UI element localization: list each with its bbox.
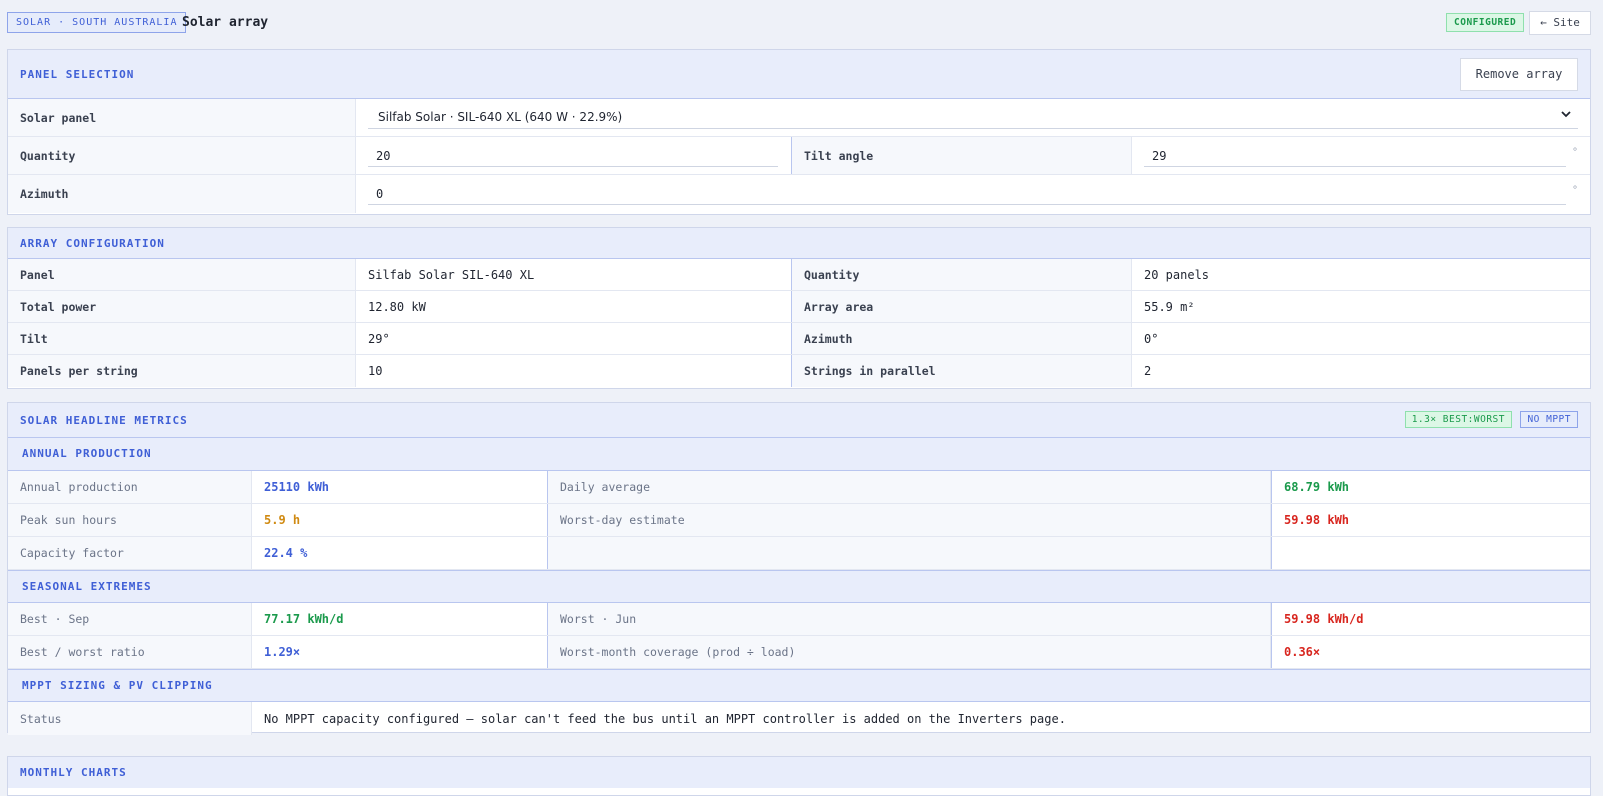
metric-label: Status	[8, 702, 252, 735]
config-value: 20 panels	[1144, 267, 1210, 282]
page-title: Solar array	[182, 15, 269, 30]
array-configuration-header: ARRAY CONFIGURATION	[8, 228, 1590, 259]
status-badge: CONFIGURED	[1446, 13, 1525, 32]
config-label: Quantity	[791, 259, 1132, 290]
quantity-tilt-row: Quantity 20 Tilt angle 29 °	[8, 137, 1590, 175]
metric-label: Daily average	[547, 471, 1271, 503]
section-title: ARRAY CONFIGURATION	[20, 237, 165, 250]
best-worst-badge: 1.3× BEST:WORST	[1404, 411, 1512, 428]
config-row: Total power 12.80 kW Array area 55.9 m²	[8, 291, 1590, 323]
config-value: 2	[1144, 364, 1152, 378]
solar-panel-select[interactable]: Silfab Solar · SIL-640 XL (640 W · 22.9%…	[368, 105, 1578, 129]
quantity-cell: 20	[356, 137, 791, 174]
no-mppt-badge: NO MPPT	[1520, 411, 1578, 428]
empty-cell	[547, 537, 1271, 569]
degree-unit: °	[1571, 185, 1578, 196]
mppt-status-text: No MPPT capacity configured — solar can'…	[264, 711, 1066, 726]
azimuth-input[interactable]: 0	[368, 183, 1566, 205]
mppt-sizing-subheader: MPPT SIZING & PV CLIPPING	[8, 669, 1590, 702]
section-title: MONTHLY CHARTS	[20, 766, 127, 779]
solar-headline-metrics-section: SOLAR HEADLINE METRICS 1.3× BEST:WORST N…	[7, 402, 1591, 735]
top-bar: SOLAR · SOUTH AUSTRALIA Solar array CONF…	[0, 0, 1603, 46]
metric-value: 22.4 %	[264, 546, 308, 560]
metric-label: Capacity factor	[8, 537, 252, 569]
azimuth-row: Azimuth 0 °	[8, 175, 1590, 213]
config-label: Tilt	[8, 323, 356, 354]
annual-production-subheader: ANNUAL PRODUCTION	[8, 438, 1590, 471]
selected-value: Silfab Solar · SIL-640 XL (640 W · 22.9%…	[378, 109, 623, 124]
empty-cell	[1271, 537, 1590, 569]
metric-label: Best / worst ratio	[8, 636, 252, 668]
section-title: SOLAR HEADLINE METRICS	[20, 414, 188, 427]
metric-value: 1.29×	[264, 645, 301, 659]
config-value: 0°	[1144, 331, 1159, 346]
remove-array-button[interactable]: Remove array	[1460, 58, 1578, 91]
back-to-site-button[interactable]: ← Site	[1529, 11, 1591, 35]
metric-row: Annual production 25110 kWh Daily averag…	[8, 471, 1590, 504]
metric-row: Best / worst ratio 1.29× Worst-month cov…	[8, 636, 1590, 669]
metrics-header: SOLAR HEADLINE METRICS 1.3× BEST:WORST N…	[8, 403, 1590, 438]
quantity-input[interactable]: 20	[368, 145, 778, 167]
metric-row: Status No MPPT capacity configured — sol…	[8, 702, 1590, 735]
field-label: Tilt angle	[791, 137, 1132, 174]
config-label: Strings in parallel	[791, 355, 1132, 387]
field-label: Quantity	[8, 137, 356, 174]
solar-panel-select-cell: Silfab Solar · SIL-640 XL (640 W · 22.9%…	[356, 99, 1590, 136]
monthly-charts-section: MONTHLY CHARTS	[7, 756, 1591, 796]
config-label: Panels per string	[8, 355, 356, 387]
metric-value: 59.98 kWh/d	[1271, 603, 1590, 635]
solar-panel-row: Solar panel Silfab Solar · SIL-640 XL (6…	[8, 99, 1590, 137]
metric-row: Best · Sep 77.17 kWh/d Worst · Jun 59.98…	[8, 603, 1590, 636]
metric-value: 59.98 kWh	[1271, 504, 1590, 536]
metric-value: 77.17 kWh/d	[264, 612, 344, 626]
config-row: Panel Silfab Solar SIL-640 XL Quantity 20 p…	[8, 259, 1590, 291]
metric-row: Peak sun hours 5.9 h Worst-day estimate …	[8, 504, 1590, 537]
config-value: Silfab Solar SIL-640 XL	[368, 267, 535, 282]
array-configuration-section: ARRAY CONFIGURATION Panel Silfab Solar SI…	[7, 227, 1591, 389]
config-value: 29°	[368, 331, 390, 346]
panel-selection-section: PANEL SELECTION Remove array Solar panel…	[7, 49, 1591, 215]
section-title: PANEL SELECTION	[20, 68, 135, 81]
chevron-down-icon	[1560, 108, 1572, 123]
seasonal-extremes-subheader: SEASONAL EXTREMES	[8, 570, 1590, 603]
breadcrumb[interactable]: SOLAR · SOUTH AUSTRALIA	[7, 12, 187, 33]
metric-label: Annual production	[8, 471, 252, 503]
metric-label: Worst-day estimate	[547, 504, 1271, 536]
config-label: Array area	[791, 291, 1132, 322]
metric-row: Capacity factor 22.4 %	[8, 537, 1590, 570]
config-rows: Panel Silfab Solar SIL-640 XL Quantity 20 p…	[8, 259, 1590, 387]
field-label: Azimuth	[8, 175, 356, 213]
metric-value: 0.36×	[1271, 636, 1590, 668]
config-value: 10	[368, 364, 383, 378]
degree-unit: °	[1571, 147, 1578, 158]
config-label: Total power	[8, 291, 356, 322]
field-label: Solar panel	[8, 99, 356, 136]
metric-value: 5.9 h	[264, 513, 301, 527]
config-row: Tilt 29° Azimuth 0°	[8, 323, 1590, 355]
config-value: 55.9 m²	[1144, 299, 1195, 314]
metric-value: 25110 kWh	[264, 480, 330, 494]
azimuth-cell: 0 °	[356, 175, 1590, 213]
config-row: Panels per string 10 Strings in parallel 2	[8, 355, 1590, 387]
metric-label: Worst-month coverage (prod ÷ load)	[547, 636, 1271, 668]
config-label: Panel	[8, 259, 356, 290]
metric-label: Best · Sep	[8, 603, 252, 635]
config-value: 12.80 kW	[368, 299, 426, 314]
tilt-input[interactable]: 29	[1144, 145, 1566, 167]
config-label: Azimuth	[791, 323, 1132, 354]
monthly-charts-header: MONTHLY CHARTS	[8, 757, 1590, 788]
metric-value: 68.79 kWh	[1271, 471, 1590, 503]
metric-label: Peak sun hours	[8, 504, 252, 536]
panel-selection-header: PANEL SELECTION Remove array	[8, 50, 1590, 99]
metric-label: Worst · Jun	[547, 603, 1271, 635]
tilt-cell: 29 °	[1132, 137, 1590, 174]
